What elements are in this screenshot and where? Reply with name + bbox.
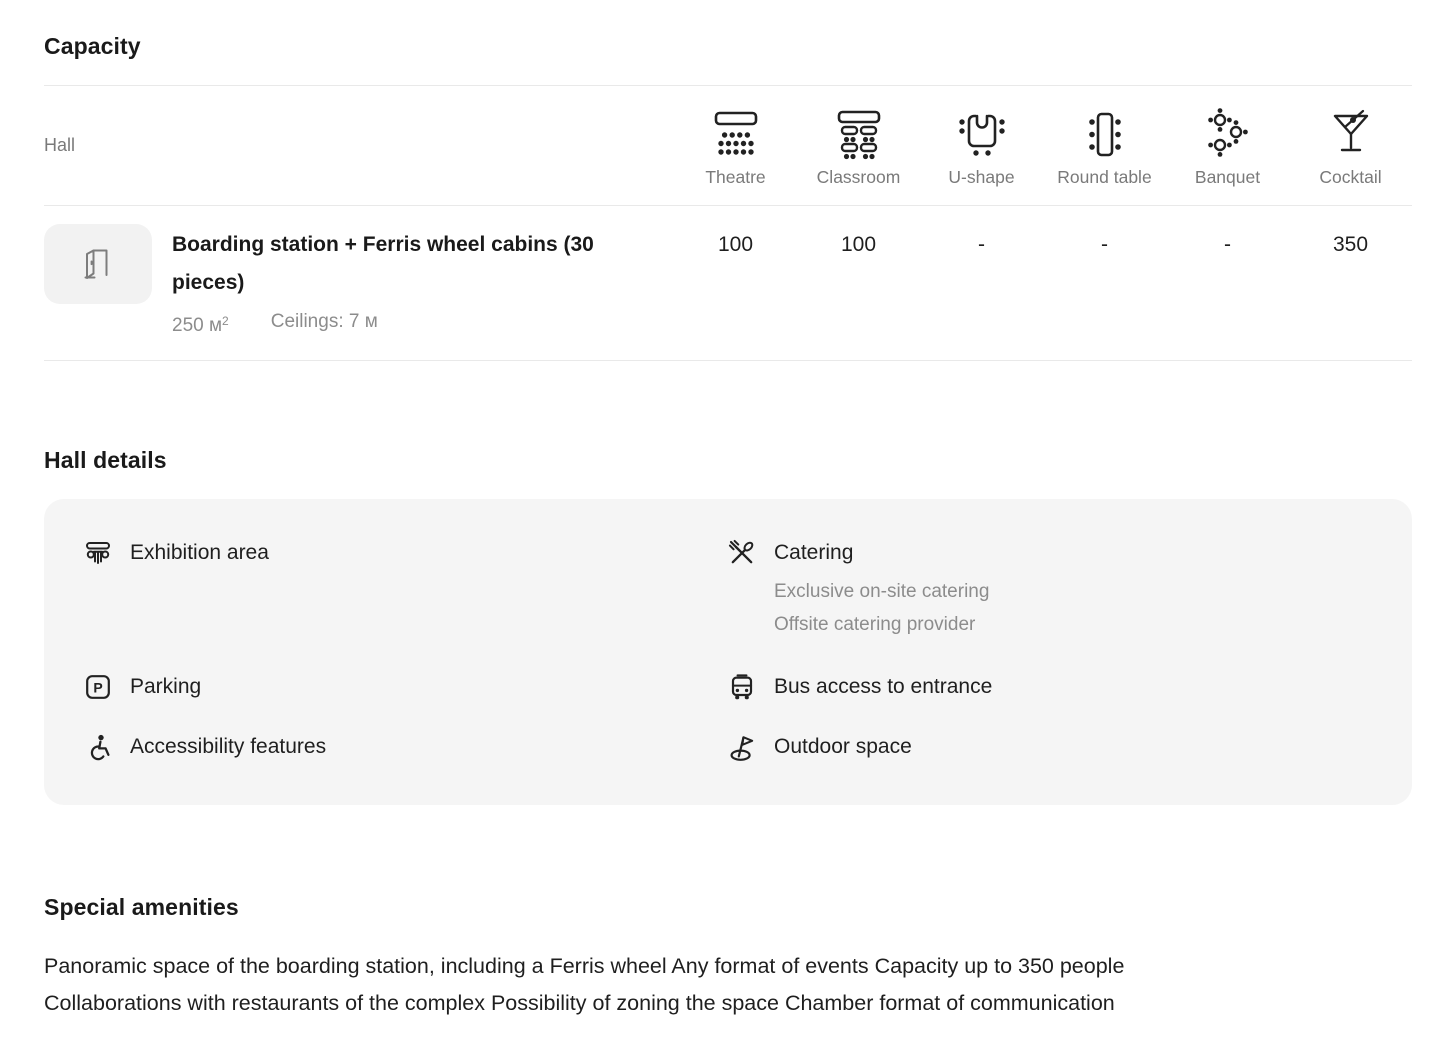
column-header-theatre: Theatre	[674, 104, 797, 188]
catering-sub-items: Exclusive on-site catering Offsite cater…	[774, 575, 1372, 641]
capacity-value-ushape: -	[920, 226, 1043, 257]
capacity-value-theatre: 100	[674, 226, 797, 257]
catering-icon	[728, 539, 756, 567]
feature-bus-access: Bus access to entrance	[728, 673, 1372, 701]
hall-name[interactable]: Boarding station + Ferris wheel cabins (…	[172, 226, 672, 302]
parking-icon: P	[84, 673, 112, 701]
theatre-seating-icon	[706, 104, 766, 160]
u-shape-seating-icon	[952, 104, 1012, 160]
hall-details-box: Exhibition area	[44, 499, 1412, 805]
feature-exhibition-area: Exhibition area	[84, 539, 728, 567]
special-amenities-title: Special amenities	[44, 892, 1412, 922]
capacity-section-title: Capacity	[44, 0, 1412, 61]
hall-column-header: Hall	[44, 135, 674, 156]
feature-catering: Catering Exclusive on-site catering Offs…	[728, 539, 1372, 641]
capacity-table-header: Hall Theatre	[44, 86, 1412, 205]
feature-label: Exhibition area	[130, 539, 269, 567]
outdoor-space-icon	[728, 733, 756, 761]
catering-sub-item: Exclusive on-site catering	[774, 575, 1372, 608]
hall-details-grid: Exhibition area	[84, 539, 1372, 761]
column-header-ushape: U-shape	[920, 104, 1043, 188]
column-header-banquet: Banquet	[1166, 104, 1289, 188]
column-label: U-shape	[948, 167, 1014, 188]
capacity-page: Capacity Hall Theatre	[0, 0, 1444, 1022]
hall-thumbnail	[44, 224, 152, 304]
column-label: Banquet	[1195, 167, 1260, 188]
banquet-seating-icon	[1200, 104, 1256, 160]
column-label: Cocktail	[1319, 167, 1381, 188]
capacity-value-cocktail: 350	[1289, 226, 1412, 257]
hall-details-title: Hall details	[44, 445, 1412, 475]
hall-ceilings: Ceilings: 7 м	[271, 308, 378, 339]
column-label: Round table	[1057, 167, 1151, 188]
hall-area: 250 м2	[172, 308, 229, 339]
feature-label: Parking	[130, 673, 201, 701]
feature-label: Catering	[774, 539, 853, 567]
feature-label: Bus access to entrance	[774, 673, 992, 701]
accessibility-icon	[84, 733, 112, 761]
special-amenities-text: Panoramic space of the boarding station,…	[44, 948, 1254, 1022]
column-label: Classroom	[817, 167, 901, 188]
divider	[44, 360, 1412, 361]
capacity-value-classroom: 100	[797, 226, 920, 257]
capacity-value-roundtable: -	[1043, 226, 1166, 257]
hall-info-block: Boarding station + Ferris wheel cabins (…	[172, 226, 672, 339]
feature-label: Accessibility features	[130, 733, 326, 761]
column-header-classroom: Classroom	[797, 104, 920, 188]
svg-text:P: P	[93, 679, 102, 695]
cocktail-seating-icon	[1325, 104, 1377, 160]
bus-icon	[728, 673, 756, 701]
exhibition-area-icon	[84, 539, 112, 567]
catering-sub-item: Offsite catering provider	[774, 608, 1372, 641]
column-header-cocktail: Cocktail	[1289, 104, 1412, 188]
column-label: Theatre	[705, 167, 765, 188]
round-table-seating-icon	[1080, 104, 1130, 160]
feature-label: Outdoor space	[774, 733, 912, 761]
feature-accessibility: Accessibility features	[84, 733, 728, 761]
feature-parking: P Parking	[84, 673, 728, 701]
door-icon	[76, 242, 120, 286]
column-header-roundtable: Round table	[1043, 104, 1166, 188]
capacity-value-banquet: -	[1166, 226, 1289, 257]
feature-outdoor-space: Outdoor space	[728, 733, 1372, 761]
classroom-seating-icon	[829, 104, 889, 160]
hall-row[interactable]: Boarding station + Ferris wheel cabins (…	[44, 206, 1412, 360]
hall-meta: 250 м2 Ceilings: 7 м	[172, 308, 672, 339]
hall-row-info: Boarding station + Ferris wheel cabins (…	[44, 226, 674, 339]
